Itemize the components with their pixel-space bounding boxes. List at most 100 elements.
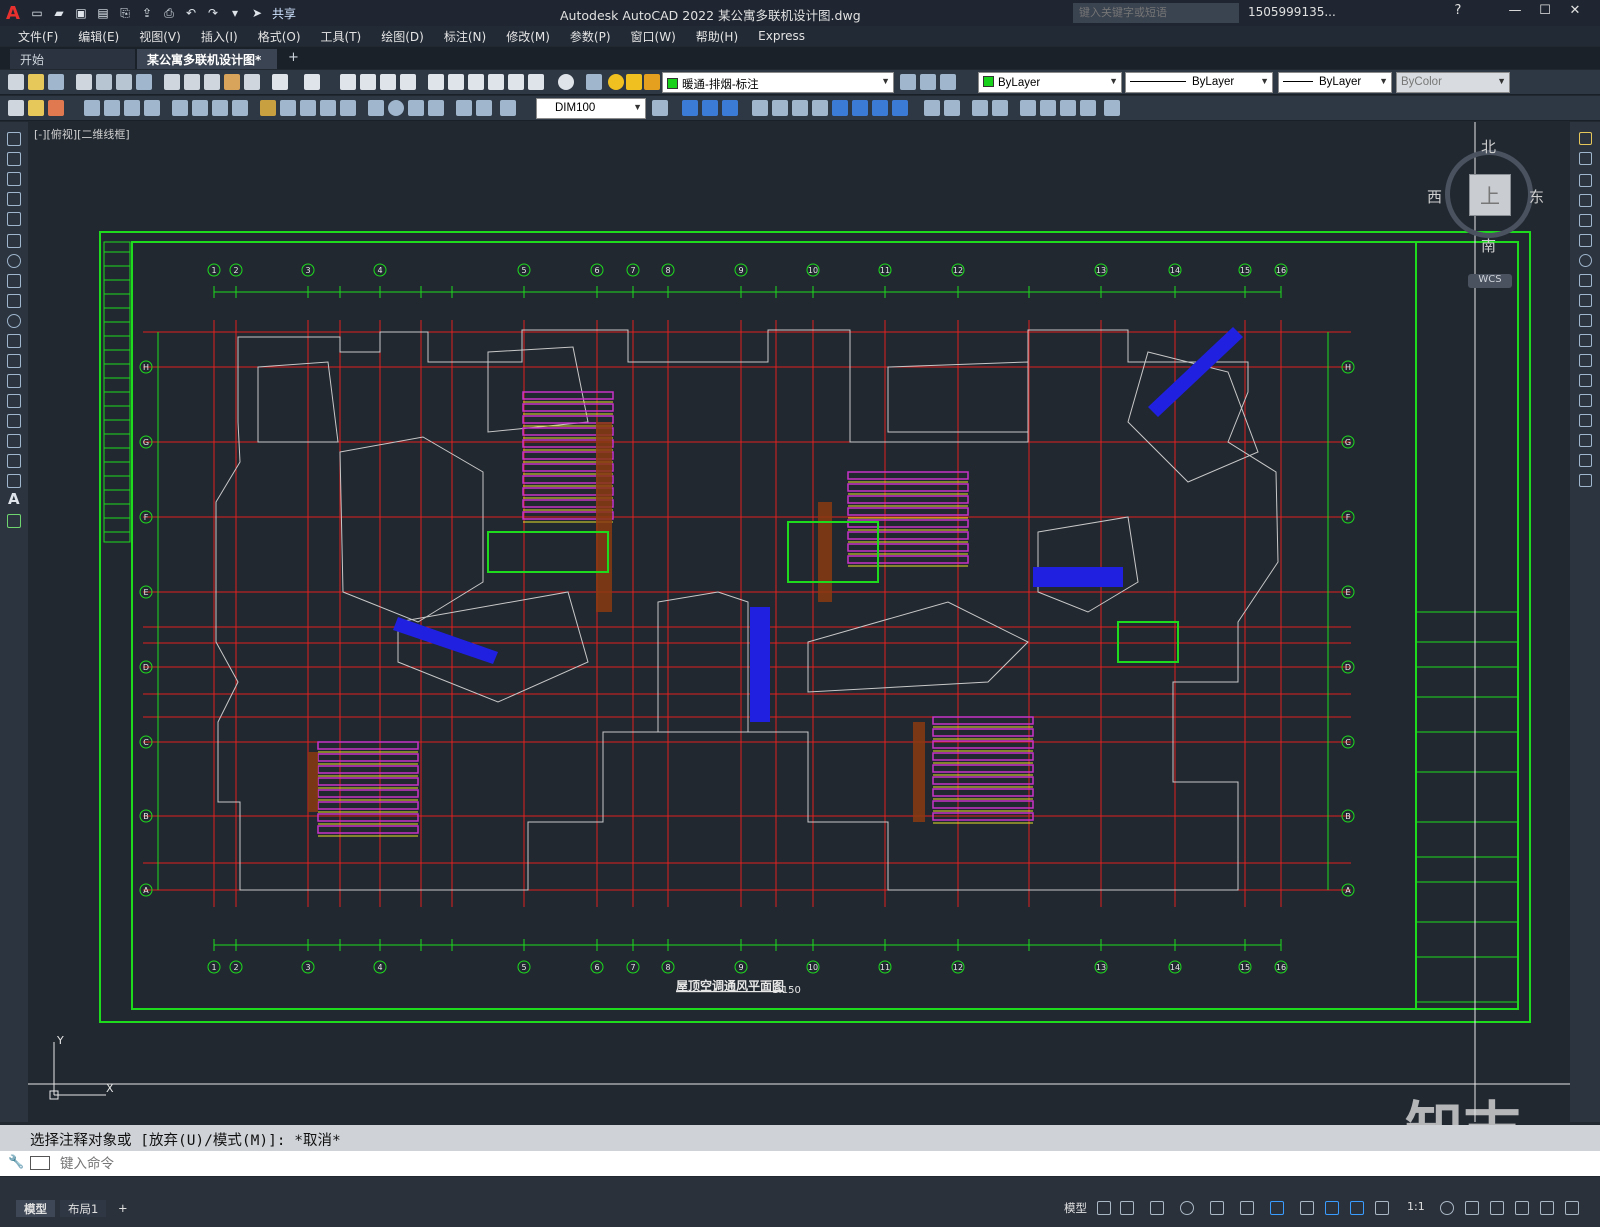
modify-trim-icon[interactable]: [852, 100, 868, 116]
compass-west[interactable]: 西: [1427, 186, 1442, 207]
design-center-icon[interactable]: [448, 74, 464, 90]
blend-curves-icon[interactable]: [1579, 454, 1592, 467]
add-layout-button[interactable]: +: [110, 1200, 136, 1217]
modify-stretch-icon[interactable]: [832, 100, 848, 116]
units-icon[interactable]: [1490, 1201, 1504, 1215]
angular-dimension-icon[interactable]: [232, 100, 248, 116]
baseline-dimension-icon[interactable]: [280, 100, 296, 116]
modify-join-icon[interactable]: [924, 100, 940, 116]
menu-express[interactable]: Express: [758, 29, 805, 43]
zoom-window-icon[interactable]: [380, 74, 396, 90]
drawing-utility-3-icon[interactable]: [48, 100, 64, 116]
jogged-linear-icon[interactable]: [428, 100, 444, 116]
annotation-scale-icon[interactable]: [1375, 1201, 1389, 1215]
properties-icon[interactable]: [428, 74, 444, 90]
add-selected-icon[interactable]: [7, 514, 21, 528]
modify-mirror-icon[interactable]: [702, 100, 718, 116]
ellipse-icon[interactable]: [7, 314, 21, 328]
clean-screen-icon[interactable]: [1540, 1201, 1554, 1215]
polygon-icon[interactable]: [7, 192, 21, 206]
markup-icon[interactable]: [508, 74, 524, 90]
undo-icon[interactable]: ↶: [183, 5, 199, 21]
quick-dimension-icon[interactable]: [260, 100, 276, 116]
grid-icon[interactable]: [1097, 1201, 1111, 1215]
object-snap-tracking-icon[interactable]: [1240, 1201, 1254, 1215]
erase-icon[interactable]: [1579, 132, 1592, 145]
inspect-icon[interactable]: [408, 100, 424, 116]
command-input[interactable]: [60, 1153, 1360, 1173]
annotation-visibility-icon[interactable]: [1325, 1201, 1339, 1215]
save-as-icon[interactable]: ▤: [95, 5, 111, 21]
auto-scale-icon[interactable]: [1350, 1201, 1364, 1215]
share-icon[interactable]: ➤: [249, 5, 265, 21]
modify-move-icon[interactable]: [772, 100, 788, 116]
jogged-dimension-icon[interactable]: [192, 100, 208, 116]
sheet-set-icon[interactable]: [488, 74, 504, 90]
autocad-logo-icon[interactable]: A: [0, 2, 26, 24]
extend-icon[interactable]: [1579, 334, 1592, 347]
wcs-menu[interactable]: WCS: [1468, 274, 1512, 288]
linear-dimension-icon[interactable]: [84, 100, 100, 116]
modify-scale-icon[interactable]: [812, 100, 828, 116]
modify-offset-icon[interactable]: [722, 100, 738, 116]
modify-fillet-icon[interactable]: [972, 100, 988, 116]
minimize-icon[interactable]: —: [1505, 3, 1525, 18]
user-account[interactable]: 1505999135...: [1248, 5, 1336, 19]
publish-icon[interactable]: [116, 74, 132, 90]
diameter-dimension-icon[interactable]: [212, 100, 228, 116]
line-icon[interactable]: [7, 132, 21, 146]
arc-length-icon[interactable]: [124, 100, 140, 116]
new-tab-button[interactable]: +: [288, 50, 299, 65]
modify-array-icon[interactable]: [752, 100, 768, 116]
undo-tool-icon[interactable]: [272, 74, 288, 90]
customization-icon[interactable]: [1565, 1201, 1579, 1215]
join-icon[interactable]: [1579, 394, 1592, 407]
dimension-style-icon[interactable]: [652, 100, 668, 116]
infer-constraints-icon[interactable]: [1150, 1201, 1164, 1215]
color-dropdown[interactable]: ByLayer ▼: [978, 72, 1122, 93]
drawing-canvas[interactable]: [-][俯视][二维线框] 1 1 2 2 3 3 4 4 5 5 6 6 7 7 8 8 9 9 10 10 11 11…: [28, 122, 1570, 1122]
draworder-back-icon[interactable]: [1060, 100, 1076, 116]
menu-modify[interactable]: 修改(M): [506, 28, 550, 45]
match-properties-icon[interactable]: [224, 74, 240, 90]
preview-icon[interactable]: [96, 74, 112, 90]
rectangle-icon[interactable]: [7, 212, 21, 226]
modify-chamfer-icon[interactable]: [944, 100, 960, 116]
redo-icon[interactable]: ↷: [205, 5, 221, 21]
zoom-previous-icon[interactable]: [400, 74, 416, 90]
command-customize-icon[interactable]: 🔧: [8, 1155, 24, 1170]
menu-edit[interactable]: 编辑(E): [78, 28, 119, 45]
modify-rotate-icon[interactable]: [792, 100, 808, 116]
open-file-icon[interactable]: ▰: [51, 5, 67, 21]
modify-extend-icon[interactable]: [872, 100, 888, 116]
copy-icon[interactable]: [184, 74, 200, 90]
lineweight-dropdown[interactable]: ByLayer ▼: [1278, 72, 1392, 93]
drawing-utility-icon[interactable]: [8, 100, 24, 116]
save-tool-icon[interactable]: [48, 74, 64, 90]
revision-cloud-icon[interactable]: [7, 274, 21, 288]
save-icon[interactable]: ▣: [73, 5, 89, 21]
dimension-space-icon[interactable]: [320, 100, 336, 116]
compass-south[interactable]: 南: [1481, 235, 1496, 256]
dimension-edit-icon[interactable]: [456, 100, 472, 116]
send-under-icon[interactable]: [1104, 100, 1120, 116]
scale-icon[interactable]: [1579, 274, 1592, 287]
center-mark-icon[interactable]: [388, 100, 404, 116]
tab-model[interactable]: 模型: [16, 1200, 55, 1217]
circle-icon[interactable]: [7, 254, 21, 268]
3d-print-icon[interactable]: [136, 74, 152, 90]
workspace-gear-icon[interactable]: [1440, 1201, 1454, 1215]
polyline-icon[interactable]: [7, 172, 21, 186]
chamfer-icon[interactable]: [1579, 414, 1592, 427]
insert-block-icon[interactable]: [7, 354, 21, 368]
draworder-icon[interactable]: [1020, 100, 1036, 116]
hatch-icon[interactable]: [7, 414, 21, 428]
layer-states-icon[interactable]: [940, 74, 956, 90]
multiline-text-icon[interactable]: A: [8, 490, 20, 508]
maximize-icon[interactable]: ☐: [1535, 3, 1555, 18]
menu-draw[interactable]: 绘图(D): [381, 28, 424, 45]
layer-dropdown[interactable]: 暖通-排烟-标注 ▼: [662, 72, 894, 93]
dimension-break-icon[interactable]: [340, 100, 356, 116]
menu-window[interactable]: 窗口(W): [631, 28, 676, 45]
offset-icon[interactable]: [1579, 194, 1592, 207]
